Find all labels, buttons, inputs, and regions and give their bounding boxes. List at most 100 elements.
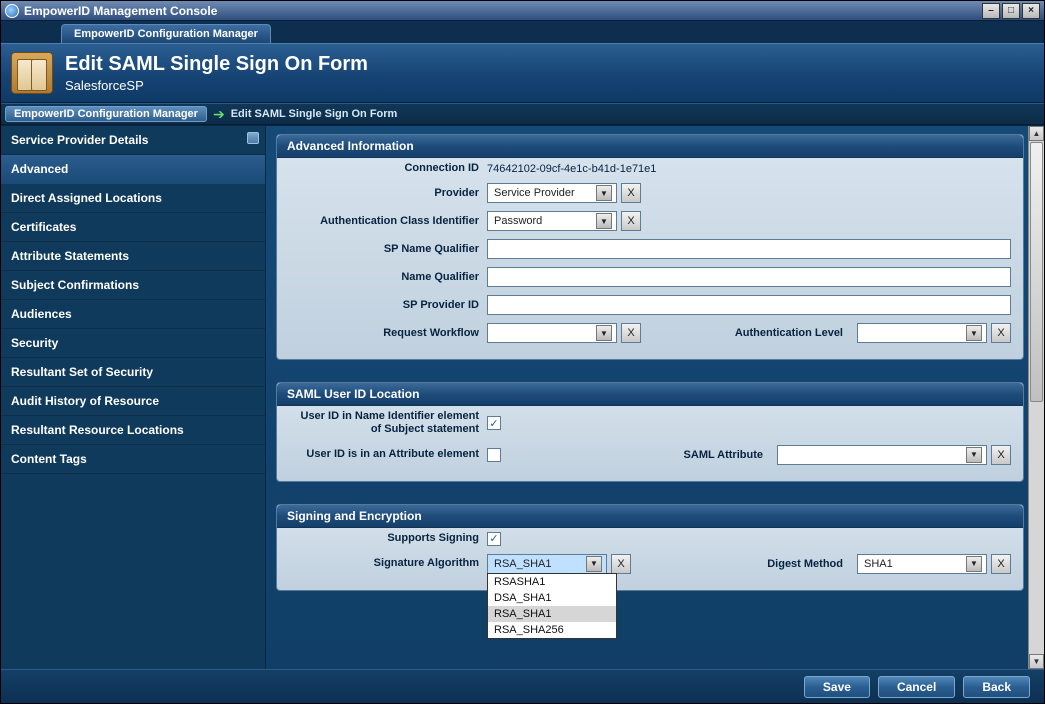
sig-alg-option[interactable]: RSASHA1 — [488, 574, 616, 590]
body-area: EmpowerID Configuration Manager Edit SAM… — [1, 21, 1044, 703]
saml-attribute-clear-button[interactable]: X — [991, 445, 1011, 465]
sidebar-item-label: Content Tags — [11, 452, 87, 466]
chevron-down-icon: ▼ — [596, 325, 612, 341]
auth-class-value: Password — [492, 215, 596, 227]
provider-clear-button[interactable]: X — [621, 183, 641, 203]
request-workflow-combo[interactable]: ▼ — [487, 323, 617, 343]
sig-alg-option[interactable]: RSA_SHA1 — [488, 606, 616, 622]
sidebar-item-subject-confirmations[interactable]: Subject Confirmations — [1, 271, 265, 300]
panel-advanced-information: Advanced Information Connection ID 74642… — [276, 134, 1024, 360]
auth-level-clear-button[interactable]: X — [991, 323, 1011, 343]
chevron-right-icon — [247, 132, 259, 144]
name-qualifier-label: Name Qualifier — [289, 271, 479, 284]
connection-id-value: 74642102-09cf-4e1c-b41d-1e71e1 — [487, 163, 656, 175]
provider-combo[interactable]: Service Provider ▼ — [487, 183, 617, 203]
sidebar-item-label: Service Provider Details — [11, 133, 148, 147]
chevron-down-icon: ▼ — [596, 185, 612, 201]
sidebar-item-certificates[interactable]: Certificates — [1, 213, 265, 242]
sidebar: Service Provider Details Advanced Direct… — [1, 126, 266, 669]
titlebar: EmpowerID Management Console – □ × — [1, 1, 1044, 21]
chevron-down-icon: ▼ — [966, 447, 982, 463]
app-window: EmpowerID Management Console – □ × Empow… — [0, 0, 1045, 704]
sidebar-item-resultant-set-of-security[interactable]: Resultant Set of Security — [1, 358, 265, 387]
maximize-button[interactable]: □ — [1002, 3, 1020, 19]
sig-alg-option[interactable]: RSA_SHA256 — [488, 622, 616, 638]
workspace: Service Provider Details Advanced Direct… — [1, 125, 1044, 669]
chevron-down-icon: ▼ — [586, 556, 602, 572]
uid-name-identifier-label: User ID in Name Identifier element of Su… — [289, 410, 479, 436]
uid-name-identifier-checkbox[interactable]: ✓ — [487, 416, 501, 430]
panel-title: Advanced Information — [277, 135, 1023, 158]
breadcrumb-arrow-icon: ➔ — [213, 106, 225, 123]
supports-signing-label: Supports Signing — [289, 532, 479, 545]
signature-algorithm-dropdown: RSASHA1 DSA_SHA1 RSA_SHA1 RSA_SHA256 — [487, 573, 617, 639]
sidebar-item-advanced[interactable]: Advanced — [1, 155, 265, 184]
page-header: Edit SAML Single Sign On Form Salesforce… — [1, 43, 1044, 103]
tab-config-manager[interactable]: EmpowerID Configuration Manager — [61, 24, 271, 43]
window-title: EmpowerID Management Console — [24, 4, 982, 18]
cancel-button[interactable]: Cancel — [878, 676, 955, 698]
back-button[interactable]: Back — [963, 676, 1030, 698]
request-workflow-clear-button[interactable]: X — [621, 323, 641, 343]
supports-signing-checkbox[interactable]: ✓ — [487, 532, 501, 546]
footer: Save Cancel Back — [1, 669, 1044, 703]
digest-method-value: SHA1 — [862, 558, 966, 570]
sidebar-item-label: Audiences — [11, 307, 72, 321]
main-panel: Advanced Information Connection ID 74642… — [266, 126, 1044, 669]
close-button[interactable]: × — [1022, 3, 1040, 19]
signature-algorithm-value: RSA_SHA1 — [492, 558, 586, 570]
sidebar-item-direct-assigned-locations[interactable]: Direct Assigned Locations — [1, 184, 265, 213]
saml-attribute-combo[interactable]: ▼ — [777, 445, 987, 465]
digest-method-combo[interactable]: SHA1 ▼ — [857, 554, 987, 574]
auth-level-label: Authentication Level — [709, 327, 849, 339]
digest-method-label: Digest Method — [739, 558, 849, 570]
uid-attribute-label: User ID is in an Attribute element — [289, 448, 479, 461]
sidebar-item-content-tags[interactable]: Content Tags — [1, 445, 265, 474]
sidebar-item-label: Certificates — [11, 220, 76, 234]
sidebar-item-label: Advanced — [11, 162, 68, 176]
page-subtitle: SalesforceSP — [65, 78, 368, 93]
sp-name-qualifier-label: SP Name Qualifier — [289, 243, 479, 256]
digest-method-clear-button[interactable]: X — [991, 554, 1011, 574]
sidebar-item-attribute-statements[interactable]: Attribute Statements — [1, 242, 265, 271]
save-button[interactable]: Save — [804, 676, 870, 698]
scroll-down-icon[interactable]: ▼ — [1029, 654, 1044, 669]
sig-alg-option[interactable]: DSA_SHA1 — [488, 590, 616, 606]
auth-class-combo[interactable]: Password ▼ — [487, 211, 617, 231]
panel-title: Signing and Encryption — [277, 505, 1023, 528]
page-title: Edit SAML Single Sign On Form — [65, 53, 368, 76]
sidebar-item-audiences[interactable]: Audiences — [1, 300, 265, 329]
scroll-up-icon[interactable]: ▲ — [1029, 126, 1044, 141]
sp-name-qualifier-input[interactable] — [487, 239, 1011, 259]
sidebar-item-service-provider-details[interactable]: Service Provider Details — [1, 126, 265, 155]
breadcrumb: EmpowerID Configuration Manager ➔ Edit S… — [1, 103, 1044, 125]
app-icon — [5, 4, 19, 18]
chevron-down-icon: ▼ — [596, 213, 612, 229]
sidebar-item-label: Subject Confirmations — [11, 278, 139, 292]
sp-provider-id-label: SP Provider ID — [289, 299, 479, 312]
scroll-thumb[interactable] — [1030, 142, 1043, 402]
auth-class-clear-button[interactable]: X — [621, 211, 641, 231]
sidebar-item-audit-history[interactable]: Audit History of Resource — [1, 387, 265, 416]
signature-algorithm-combo[interactable]: RSA_SHA1 ▼ RSASHA1 DSA_SHA1 RSA_SHA1 RSA… — [487, 554, 607, 574]
sp-provider-id-input[interactable] — [487, 295, 1011, 315]
sidebar-item-resultant-resource-locations[interactable]: Resultant Resource Locations — [1, 416, 265, 445]
connection-id-label: Connection ID — [289, 162, 479, 175]
signature-algorithm-label: Signature Algorithm — [289, 557, 479, 570]
vertical-scrollbar[interactable]: ▲ ▼ — [1028, 126, 1044, 669]
provider-label: Provider — [289, 187, 479, 200]
chevron-down-icon: ▼ — [966, 325, 982, 341]
panel-signing-encryption: Signing and Encryption Supports Signing … — [276, 504, 1024, 591]
breadcrumb-root[interactable]: EmpowerID Configuration Manager — [5, 106, 207, 122]
minimize-button[interactable]: – — [982, 3, 1000, 19]
auth-level-combo[interactable]: ▼ — [857, 323, 987, 343]
name-qualifier-input[interactable] — [487, 267, 1011, 287]
sidebar-item-label: Audit History of Resource — [11, 394, 159, 408]
signature-algorithm-clear-button[interactable]: X — [611, 554, 631, 574]
chevron-down-icon: ▼ — [966, 556, 982, 572]
auth-class-label: Authentication Class Identifier — [289, 215, 479, 228]
sidebar-item-security[interactable]: Security — [1, 329, 265, 358]
panel-title: SAML User ID Location — [277, 383, 1023, 406]
uid-attribute-checkbox[interactable] — [487, 448, 501, 462]
request-workflow-label: Request Workflow — [289, 327, 479, 340]
